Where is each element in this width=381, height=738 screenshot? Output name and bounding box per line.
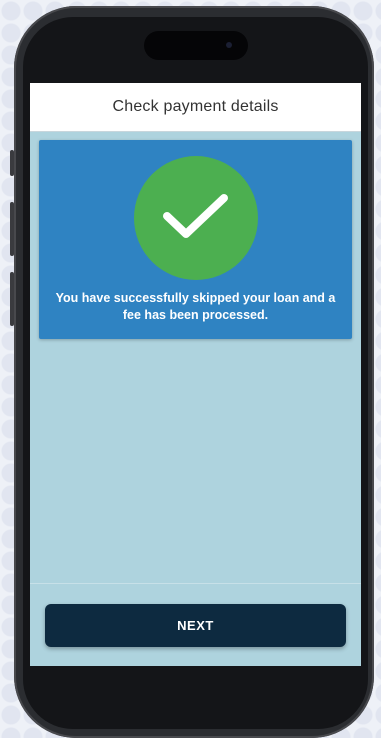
footer-divider [30,583,361,584]
page-title: Check payment details [112,98,279,115]
volume-up-button [10,202,14,256]
volume-down-button [10,272,14,326]
camera-icon [226,42,232,48]
app-view: Check payment details You have successfu… [30,83,361,666]
success-card: You have successfully skipped your loan … [39,140,352,339]
checkmark-icon [163,194,228,238]
page-header: Check payment details [30,83,361,132]
dynamic-island [144,31,248,60]
next-button[interactable]: NEXT [45,604,346,647]
success-message: You have successfully skipped your loan … [55,291,336,322]
action-button [10,150,14,176]
phone-screen: Check payment details You have successfu… [23,17,368,729]
success-icon-circle [134,156,258,280]
